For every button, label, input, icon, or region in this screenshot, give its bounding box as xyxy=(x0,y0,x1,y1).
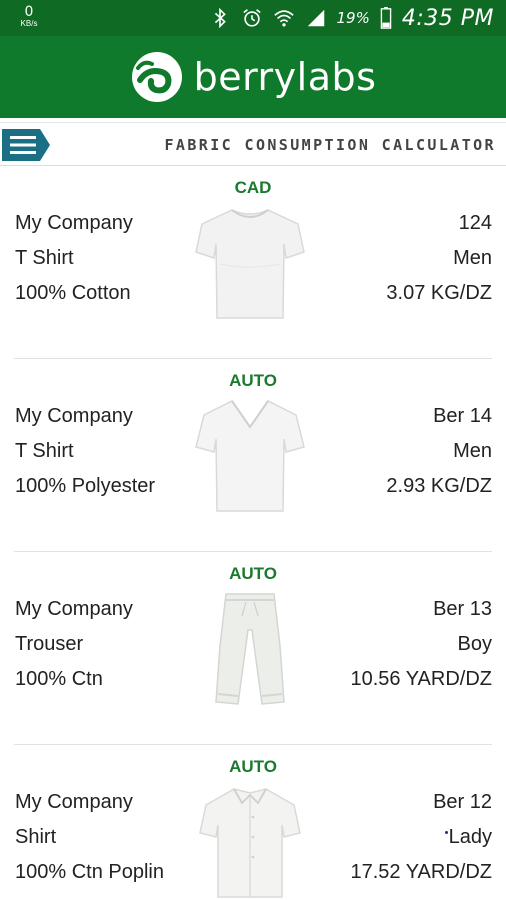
status-bar: 0 KB/s 19% 4:35 PM xyxy=(0,0,506,36)
garment-type: Shirt xyxy=(15,826,57,848)
style-number: Ber 14 xyxy=(433,405,492,427)
consumption-list: CAD My Company T Shirt 100% Cotton 124 M… xyxy=(0,166,506,900)
indicator-dot xyxy=(445,831,448,834)
consumption-value: 10.56 YARD/DZ xyxy=(350,668,492,690)
consumption-value: 2.93 KG/DZ xyxy=(386,475,492,497)
list-item[interactable]: AUTO My Company Shirt 100% Ctn Poplin Be… xyxy=(0,745,506,900)
tshirt-vneck-icon xyxy=(195,400,305,512)
company-name: My Company xyxy=(15,598,133,620)
berrylabs-logo: berrylabs xyxy=(130,50,377,104)
page-title: FABRIC CONSUMPTION CALCULATOR xyxy=(164,136,496,154)
fabric-composition: 100% Cotton xyxy=(15,282,131,304)
calculation-type: CAD xyxy=(234,178,272,197)
app-bar: berrylabs xyxy=(0,36,506,118)
fabric-composition: 100% Polyester xyxy=(15,475,156,497)
gender: Lady xyxy=(448,826,492,848)
calculation-type: AUTO xyxy=(229,757,277,776)
toolbar: FABRIC CONSUMPTION CALCULATOR xyxy=(0,122,506,166)
company-name: My Company xyxy=(15,791,133,813)
consumption-value: 3.07 KG/DZ xyxy=(386,282,492,304)
fabric-composition: 100% Ctn xyxy=(15,668,103,690)
wifi-icon xyxy=(273,10,294,27)
style-number: Ber 13 xyxy=(433,598,492,620)
clock: 4:35 PM xyxy=(401,5,494,31)
calculation-type: AUTO xyxy=(229,371,277,390)
garment-type: T Shirt xyxy=(15,440,74,462)
style-number: Ber 12 xyxy=(433,791,492,813)
network-speed: 0 KB/s xyxy=(14,5,44,28)
trouser-icon xyxy=(215,593,285,705)
list-item[interactable]: AUTO My Company Trouser 100% Ctn Ber 13 … xyxy=(0,552,506,745)
alarm-icon xyxy=(242,9,261,27)
style-number: 124 xyxy=(458,212,492,234)
bluetooth-icon xyxy=(214,7,226,29)
garment-type: Trouser xyxy=(15,633,84,655)
gender: Men xyxy=(453,247,492,269)
company-name: My Company xyxy=(15,212,133,234)
gender: Men xyxy=(453,440,492,462)
company-name: My Company xyxy=(15,405,133,427)
shirt-icon xyxy=(199,788,301,898)
list-item[interactable]: CAD My Company T Shirt 100% Cotton 124 M… xyxy=(0,166,506,359)
garment-type: T Shirt xyxy=(15,247,74,269)
network-speed-unit: KB/s xyxy=(20,19,38,28)
brand-name: berrylabs xyxy=(193,55,377,99)
consumption-value: 17.52 YARD/DZ xyxy=(350,861,492,883)
hamburger-menu-icon[interactable] xyxy=(2,129,50,161)
calculation-type: AUTO xyxy=(229,564,277,583)
berrylabs-logo-icon xyxy=(131,52,182,102)
list-item[interactable]: AUTO My Company T Shirt 100% Polyester B… xyxy=(0,359,506,552)
fabric-composition: 100% Ctn Poplin xyxy=(15,861,164,883)
battery-percent: 19% xyxy=(336,9,370,27)
network-speed-value: 0 xyxy=(24,4,34,20)
tshirt-crew-icon xyxy=(195,209,305,319)
battery-icon xyxy=(380,7,392,29)
signal-icon xyxy=(307,9,324,27)
gender: Boy xyxy=(457,633,492,655)
